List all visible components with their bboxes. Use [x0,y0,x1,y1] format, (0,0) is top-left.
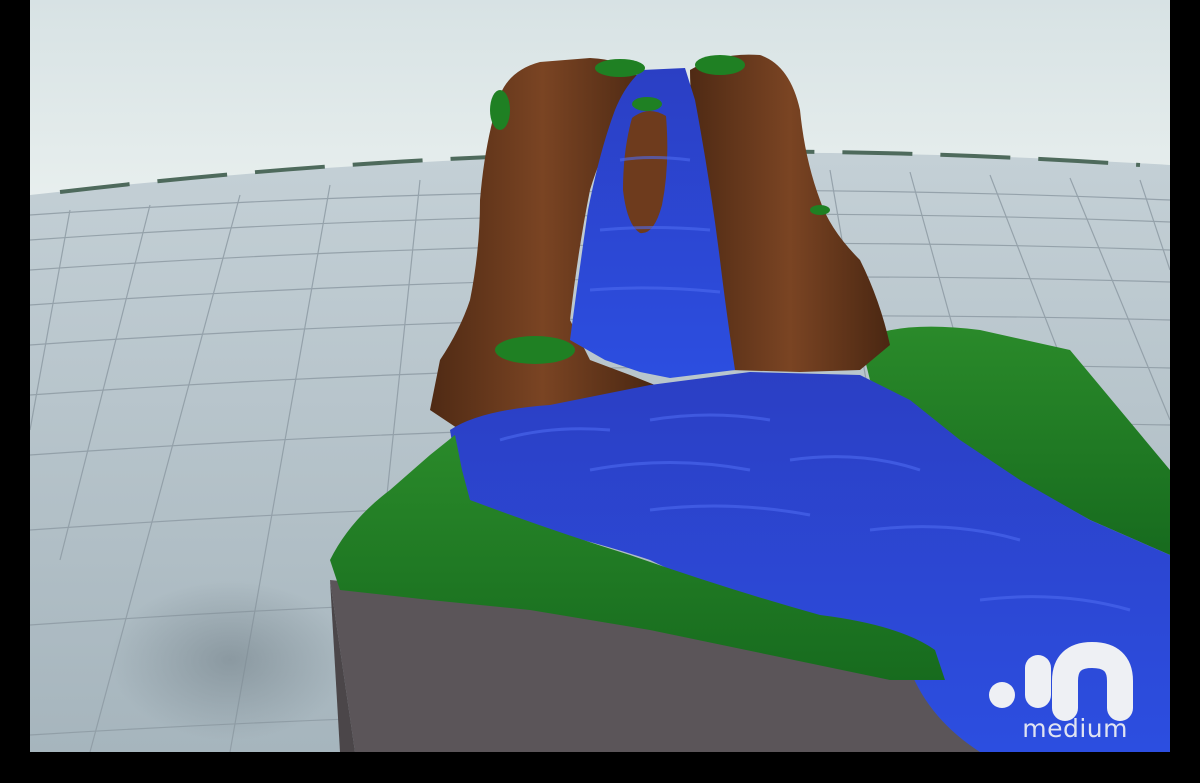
grass-tuft [595,59,645,77]
grass-tuft [695,55,745,75]
grass-tuft [490,90,510,130]
grass-tuft [495,336,575,364]
viewer-frame: medium [0,0,1200,783]
logo-caption: medium [1022,714,1128,743]
grass-tuft [810,205,830,215]
grass-tuft [632,97,662,111]
floor-shadow [110,580,350,740]
